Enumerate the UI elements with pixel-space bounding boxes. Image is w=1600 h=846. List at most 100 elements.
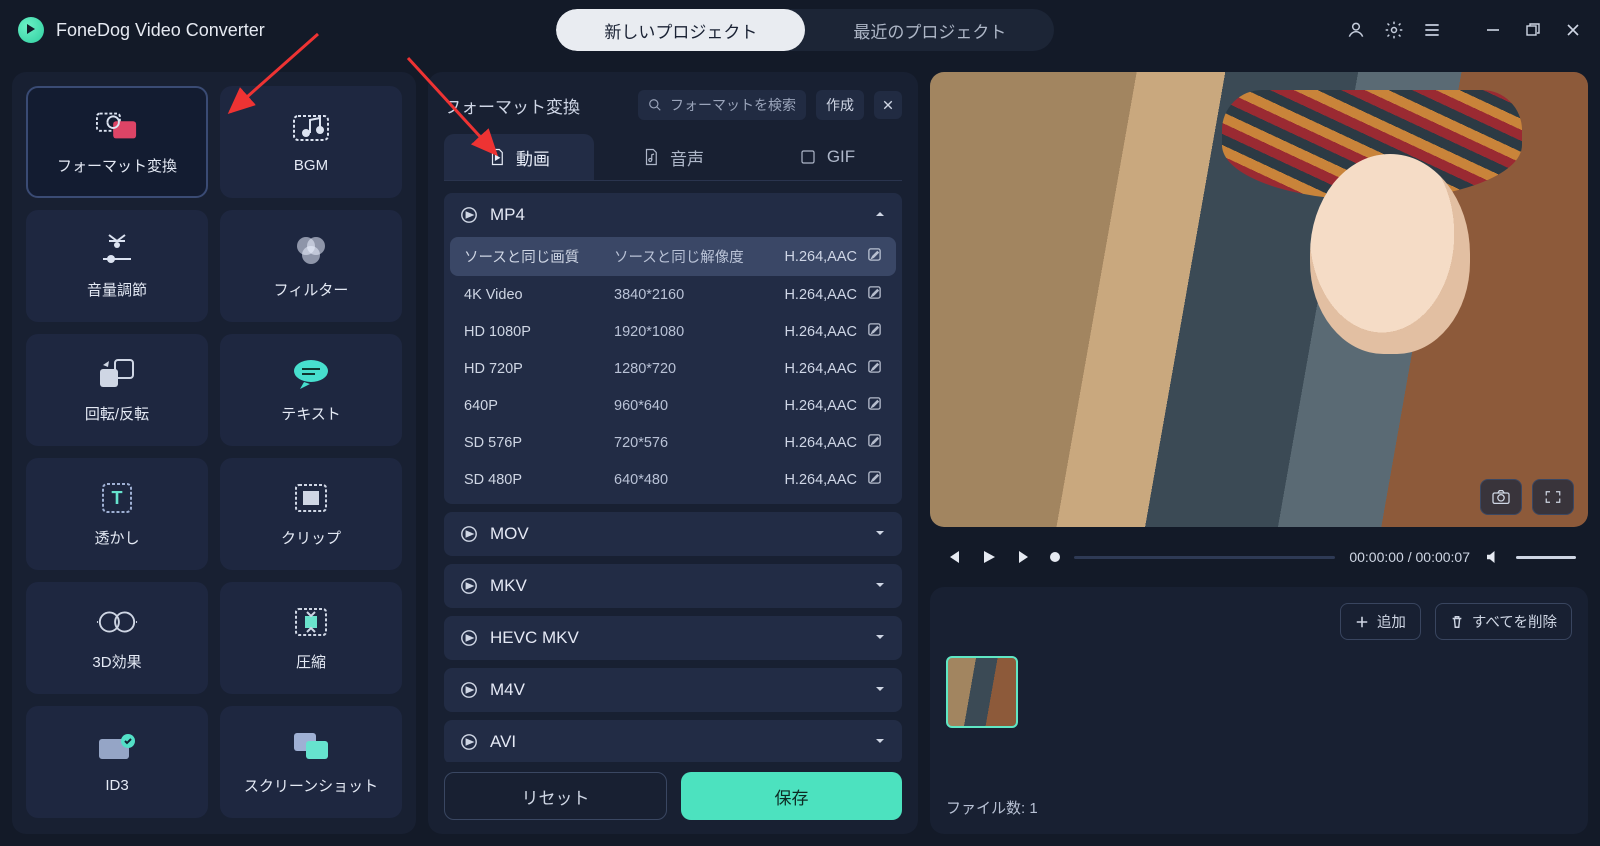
format-name: HEVC MKV bbox=[490, 628, 579, 648]
format-name: MOV bbox=[490, 524, 529, 544]
tool-clip[interactable]: クリップ bbox=[220, 458, 402, 570]
volume-slider[interactable] bbox=[1516, 556, 1576, 559]
tab-new-project[interactable]: 新しいプロジェクト bbox=[556, 9, 805, 51]
window-maximize-icon[interactable] bbox=[1524, 21, 1542, 39]
subtab-audio[interactable]: 音声 bbox=[598, 134, 748, 180]
preset-codec: H.264,AAC bbox=[784, 249, 857, 265]
tab-recent-projects[interactable]: 最近のプロジェクト bbox=[805, 9, 1054, 51]
edit-preset-icon[interactable] bbox=[867, 285, 882, 304]
tool-shot[interactable]: スクリーンショット bbox=[220, 706, 402, 818]
edit-preset-icon[interactable] bbox=[867, 247, 882, 266]
tool-volume[interactable]: 音量調節 bbox=[26, 210, 208, 322]
close-panel-button[interactable] bbox=[874, 91, 902, 119]
volume-icon bbox=[96, 233, 138, 267]
preset-resolution: 720*576 bbox=[614, 435, 764, 451]
tool-label: 3D効果 bbox=[92, 651, 141, 672]
tool-bgm[interactable]: BGM bbox=[220, 86, 402, 198]
filter-icon bbox=[290, 233, 332, 267]
account-icon[interactable] bbox=[1346, 20, 1366, 40]
tool-3d[interactable]: 3D効果 bbox=[26, 582, 208, 694]
tool-format[interactable]: フォーマット変換 bbox=[26, 86, 208, 198]
preview-frame[interactable] bbox=[930, 72, 1588, 527]
format-group-avi[interactable]: AVI bbox=[444, 720, 902, 762]
tool-filter[interactable]: フィルター bbox=[220, 210, 402, 322]
search-icon bbox=[648, 98, 662, 112]
clip-icon bbox=[290, 481, 332, 515]
plus-icon bbox=[1355, 615, 1369, 629]
format-search[interactable]: フォーマットを検索 bbox=[638, 90, 806, 120]
chevron-down-icon bbox=[874, 680, 886, 700]
subtab-video[interactable]: 動画 bbox=[444, 134, 594, 180]
preset-row[interactable]: HD 1080P 1920*1080 H.264,AAC bbox=[450, 313, 896, 350]
remove-all-button[interactable]: すべてを削除 bbox=[1435, 603, 1572, 640]
format-group-mp4[interactable]: MP4 bbox=[444, 193, 902, 237]
tool-label: 音量調節 bbox=[87, 279, 147, 300]
preset-quality: HD 1080P bbox=[464, 324, 614, 340]
3d-icon bbox=[96, 605, 138, 639]
settings-icon[interactable] bbox=[1384, 20, 1404, 40]
volume-icon[interactable] bbox=[1484, 548, 1502, 566]
preset-row[interactable]: SD 576P 720*576 H.264,AAC bbox=[450, 424, 896, 461]
save-button[interactable]: 保存 bbox=[681, 772, 902, 820]
format-name: AVI bbox=[490, 732, 516, 752]
preview-content bbox=[1310, 154, 1470, 354]
trash-icon bbox=[1450, 615, 1464, 629]
tool-watermark[interactable]: T 透かし bbox=[26, 458, 208, 570]
progress-bar[interactable] bbox=[1074, 556, 1335, 559]
format-panel: フォーマット変換 フォーマットを検索 作成 動画 音声 GIF MP4ソースと同… bbox=[428, 72, 918, 834]
create-preset-button[interactable]: 作成 bbox=[816, 90, 864, 120]
tool-rotate[interactable]: 回転/反転 bbox=[26, 334, 208, 446]
tool-text[interactable]: テキスト bbox=[220, 334, 402, 446]
tool-label: 回転/反転 bbox=[85, 403, 149, 424]
format-group-m4v[interactable]: M4V bbox=[444, 668, 902, 712]
tool-label: クリップ bbox=[281, 527, 341, 548]
snapshot-button[interactable] bbox=[1480, 479, 1522, 515]
menu-icon[interactable] bbox=[1422, 20, 1442, 40]
fullscreen-button[interactable] bbox=[1532, 479, 1574, 515]
preset-codec: H.264,AAC bbox=[784, 398, 857, 414]
preset-resolution: ソースと同じ解像度 bbox=[614, 246, 764, 267]
next-button[interactable] bbox=[1014, 546, 1036, 568]
rotate-icon bbox=[96, 357, 138, 391]
text-icon bbox=[290, 357, 332, 391]
remove-all-label: すべてを削除 bbox=[1472, 611, 1557, 632]
edit-preset-icon[interactable] bbox=[867, 433, 882, 452]
window-close-icon[interactable] bbox=[1564, 21, 1582, 39]
edit-preset-icon[interactable] bbox=[867, 359, 882, 378]
format-group-mkv[interactable]: MKV bbox=[444, 564, 902, 608]
subtab-video-label: 動画 bbox=[516, 145, 550, 170]
chevron-down-icon bbox=[874, 524, 886, 544]
prev-button[interactable] bbox=[942, 546, 964, 568]
format-name: MP4 bbox=[490, 205, 525, 225]
window-minimize-icon[interactable] bbox=[1484, 21, 1502, 39]
play-button[interactable] bbox=[978, 546, 1000, 568]
preset-resolution: 640*480 bbox=[614, 472, 764, 488]
app-title: FoneDog Video Converter bbox=[56, 20, 265, 41]
subtab-gif[interactable]: GIF bbox=[752, 134, 902, 180]
preset-row[interactable]: 4K Video 3840*2160 H.264,AAC bbox=[450, 276, 896, 313]
edit-preset-icon[interactable] bbox=[867, 470, 882, 489]
watermark-icon: T bbox=[96, 481, 138, 515]
edit-preset-icon[interactable] bbox=[867, 322, 882, 341]
progress-handle[interactable] bbox=[1050, 552, 1060, 562]
add-file-button[interactable]: 追加 bbox=[1340, 603, 1421, 640]
preset-row[interactable]: ソースと同じ画質 ソースと同じ解像度 H.264,AAC bbox=[450, 237, 896, 276]
format-group-mov[interactable]: MOV bbox=[444, 512, 902, 556]
preset-row[interactable]: SD 480P 640*480 H.264,AAC bbox=[450, 461, 896, 498]
preset-row[interactable]: 640P 960*640 H.264,AAC bbox=[450, 387, 896, 424]
edit-preset-icon[interactable] bbox=[867, 396, 882, 415]
file-thumbnail[interactable] bbox=[946, 656, 1018, 728]
preset-quality: 640P bbox=[464, 398, 614, 414]
tool-label: BGM bbox=[294, 157, 328, 174]
compress-icon bbox=[290, 605, 332, 639]
chevron-down-icon bbox=[874, 732, 886, 752]
format-group-hevc mkv[interactable]: HEVC MKV bbox=[444, 616, 902, 660]
reset-button[interactable]: リセット bbox=[444, 772, 667, 820]
tool-compress[interactable]: 圧縮 bbox=[220, 582, 402, 694]
preset-row[interactable]: HD 720P 1280*720 H.264,AAC bbox=[450, 350, 896, 387]
preset-resolution: 1280*720 bbox=[614, 361, 764, 377]
tool-label: スクリーンショット bbox=[244, 775, 378, 796]
tool-id3[interactable]: ID3 bbox=[26, 706, 208, 818]
video-preview bbox=[930, 72, 1588, 527]
player-transport: 00:00:00 / 00:00:07 bbox=[930, 537, 1588, 577]
